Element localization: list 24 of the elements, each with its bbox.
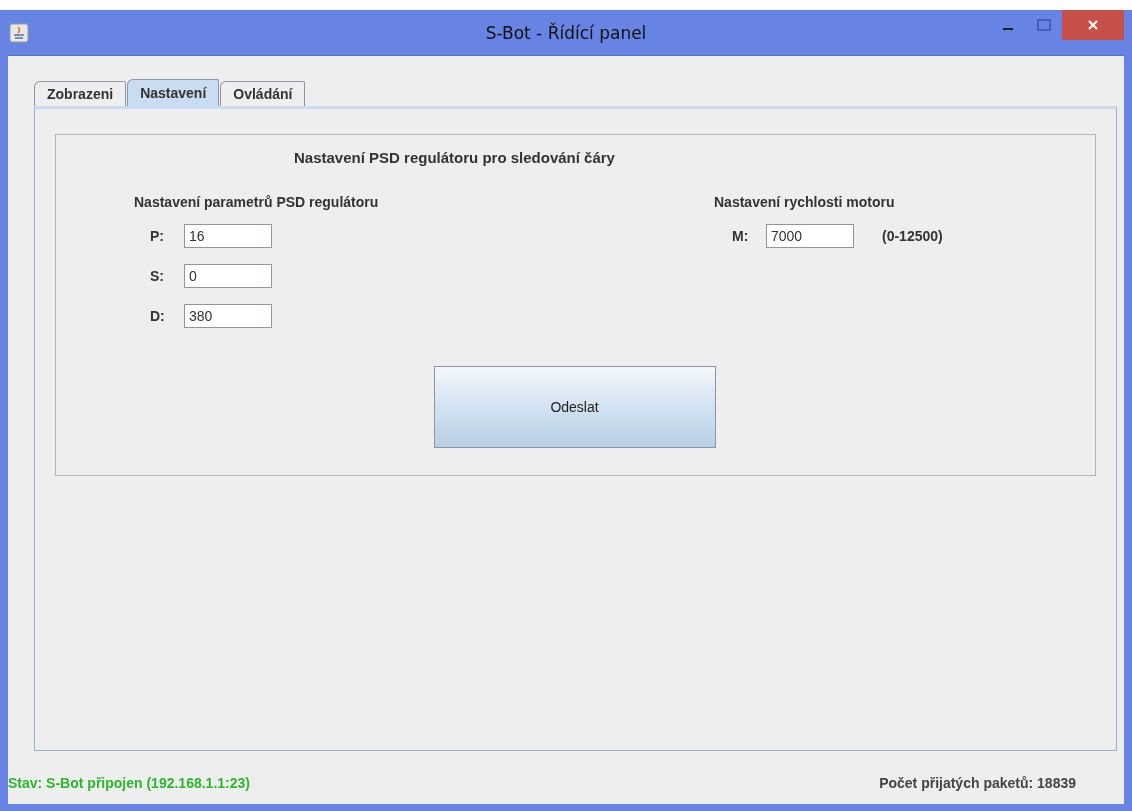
packet-count: Počet přijatých paketů: 18839 <box>879 774 1076 791</box>
connection-status: Stav: S-Bot připojen (192.168.1.1:23) <box>8 774 250 791</box>
field-label: M: <box>732 228 750 244</box>
send-button[interactable]: Odeslat <box>433 366 716 448</box>
field-label: S: <box>150 268 165 284</box>
input-field[interactable]: 7000 <box>766 224 854 248</box>
tab[interactable]: Nastavení <box>127 79 220 106</box>
tab[interactable]: Ovládání <box>220 81 306 106</box>
input-field[interactable]: 0 <box>184 264 272 288</box>
window-title: S-Bot - Řídící panel <box>485 22 647 43</box>
java-app-icon <box>9 22 29 43</box>
input-field[interactable]: 380 <box>184 304 272 328</box>
input-field[interactable]: 16 <box>184 224 272 248</box>
panel-title: Nastavení PSD regulátoru pro sledování čáry <box>294 149 616 166</box>
maximize-icon <box>1037 19 1051 31</box>
minimize-icon <box>1003 28 1013 30</box>
close-icon <box>1087 19 1099 31</box>
field-label: D: <box>150 308 166 324</box>
close-button[interactable] <box>1062 10 1124 40</box>
tab[interactable]: Zobrazeni <box>34 81 127 106</box>
field-label: P: <box>150 228 165 244</box>
section-heading: Nastavení rychlosti motoru <box>714 194 896 210</box>
section-heading: Nastavení parametrů PSD regulátoru <box>134 194 380 210</box>
range-label: (0-12500) <box>882 228 943 244</box>
